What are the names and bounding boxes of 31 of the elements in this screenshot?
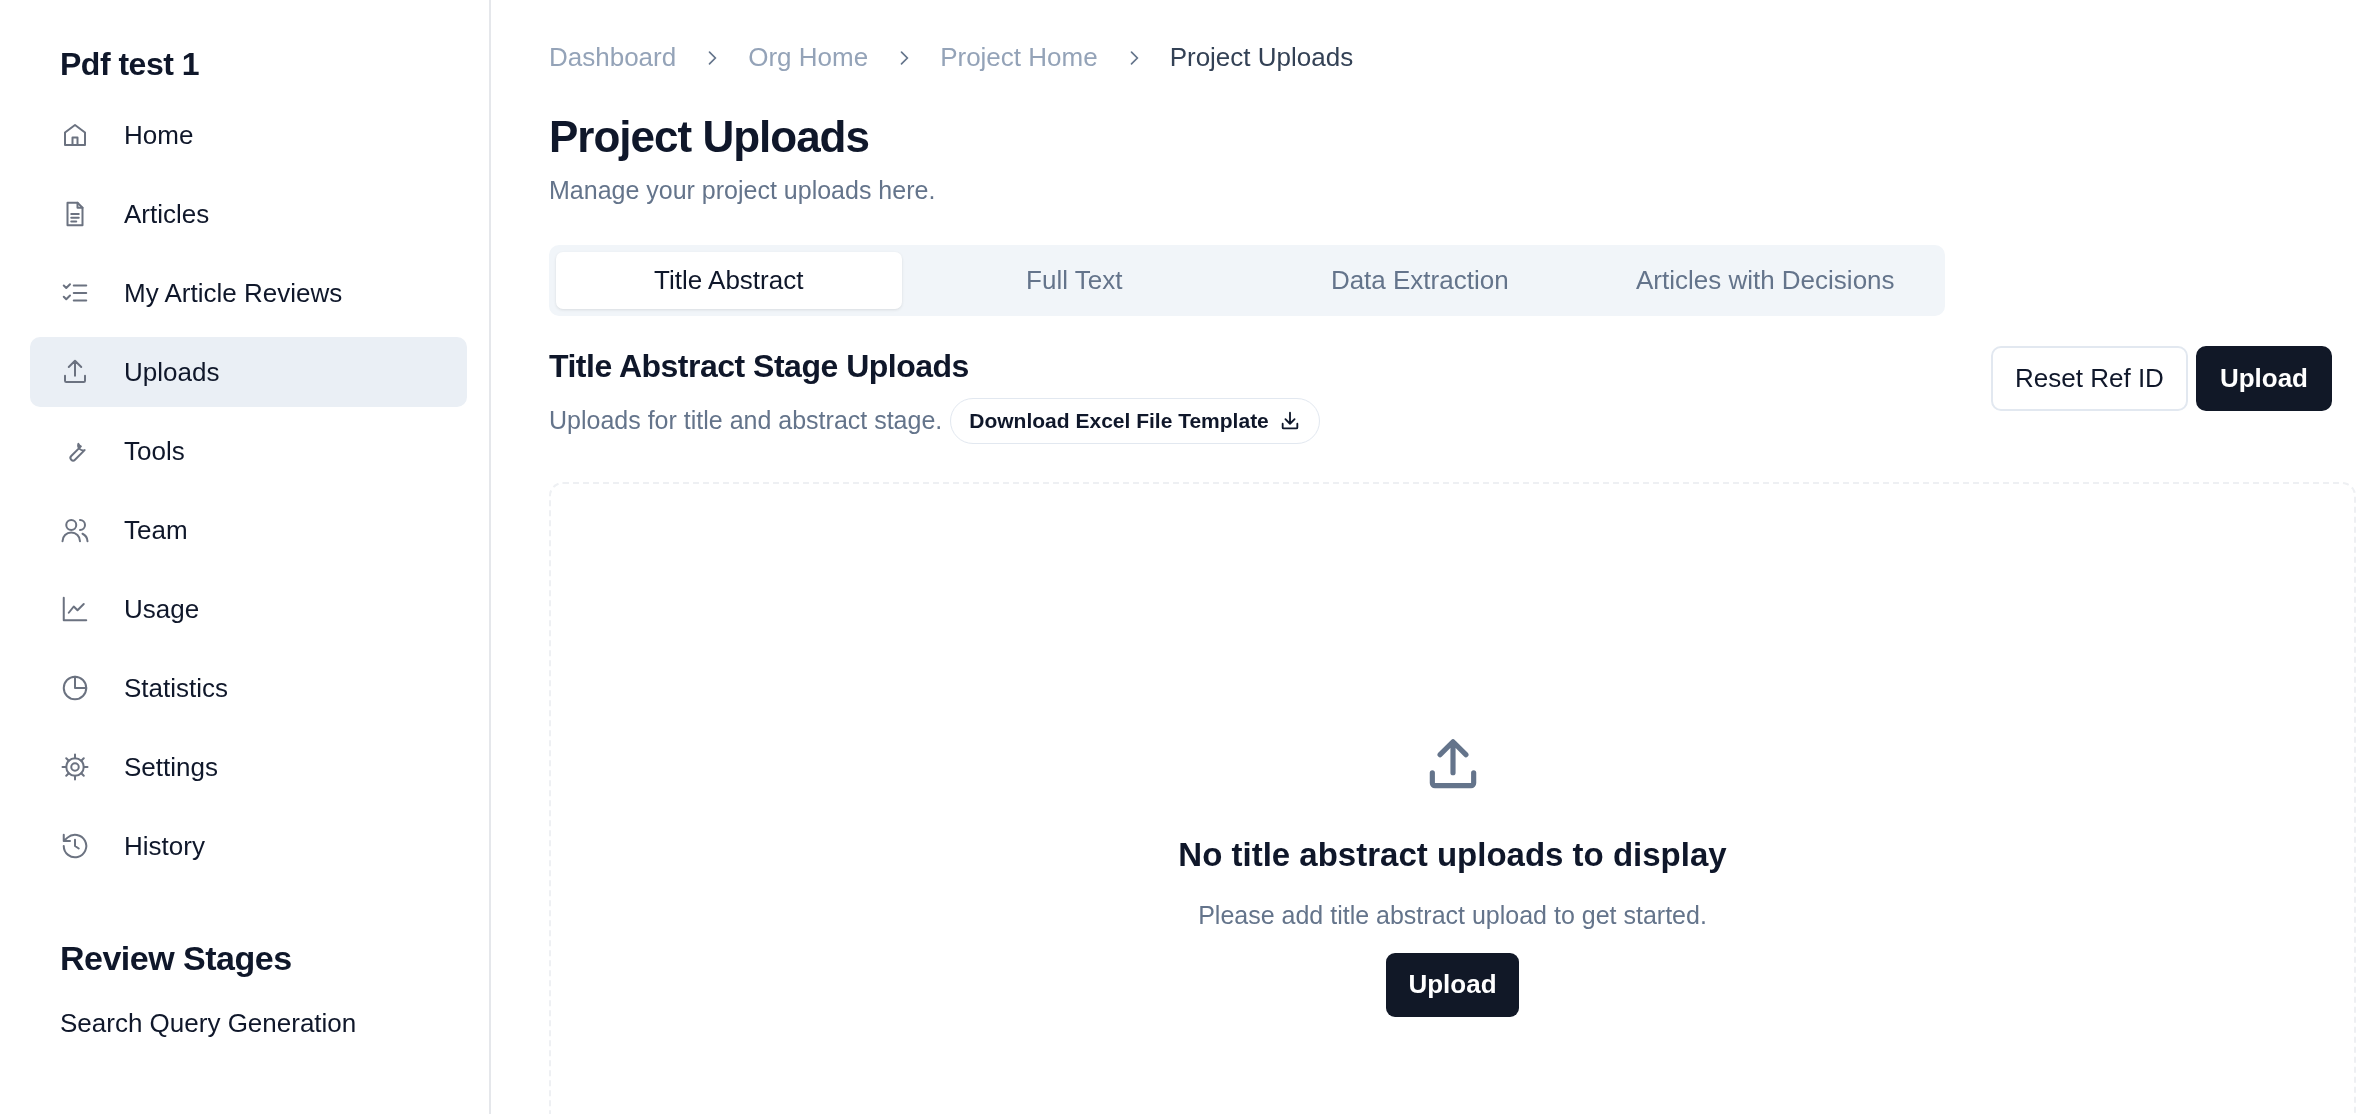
section-heading: Review Stages — [60, 938, 293, 979]
section-title: Title Abstract Stage Uploads — [549, 347, 969, 387]
tab[interactable]: Title Abstract — [556, 252, 902, 310]
sidebar-item[interactable]: Articles — [30, 179, 467, 249]
sidebar-item[interactable]: Tools — [30, 416, 467, 486]
tab[interactable]: Articles with Decisions — [1592, 252, 1938, 310]
pie-chart-icon — [60, 673, 90, 703]
sidebar-item[interactable]: History — [30, 811, 467, 881]
upload-button[interactable]: Upload — [2195, 346, 2332, 412]
sidebar-item[interactable]: Team — [30, 495, 467, 565]
empty-state-text: Please add title abstract upload to get started. — [1198, 900, 1707, 932]
tab[interactable]: Data Extraction — [1247, 252, 1593, 310]
sidebar-item[interactable]: My Article Reviews — [30, 258, 467, 328]
tab[interactable]: Full Text — [901, 252, 1247, 310]
line-chart-icon — [60, 594, 90, 624]
upload-button[interactable]: Upload — [1386, 952, 1519, 1017]
download-template-button[interactable]: Download Excel File Template — [950, 398, 1320, 444]
reset-ref-id-button[interactable]: Reset Ref ID — [1991, 346, 2188, 412]
history-icon — [60, 831, 90, 861]
section-subtitle: Uploads for title and abstract stage. — [549, 405, 943, 437]
page-title: Project Uploads — [549, 111, 869, 163]
settings-icon — [60, 752, 90, 782]
sidebar-item[interactable]: Uploads — [30, 337, 467, 407]
sidebar-item[interactable]: Settings — [30, 732, 467, 802]
stage-link[interactable]: Search Query Generation — [60, 1004, 357, 1043]
empty-state-title: No title abstract uploads to display — [1178, 834, 1727, 875]
sidebar-item[interactable]: Home — [30, 100, 467, 170]
sidebar-item[interactable]: Usage — [30, 574, 467, 644]
project-title: Pdf test 1 — [60, 45, 201, 84]
page-subtitle: Manage your project uploads here. — [549, 174, 936, 206]
sidebar-item[interactable]: Statistics — [30, 653, 467, 723]
